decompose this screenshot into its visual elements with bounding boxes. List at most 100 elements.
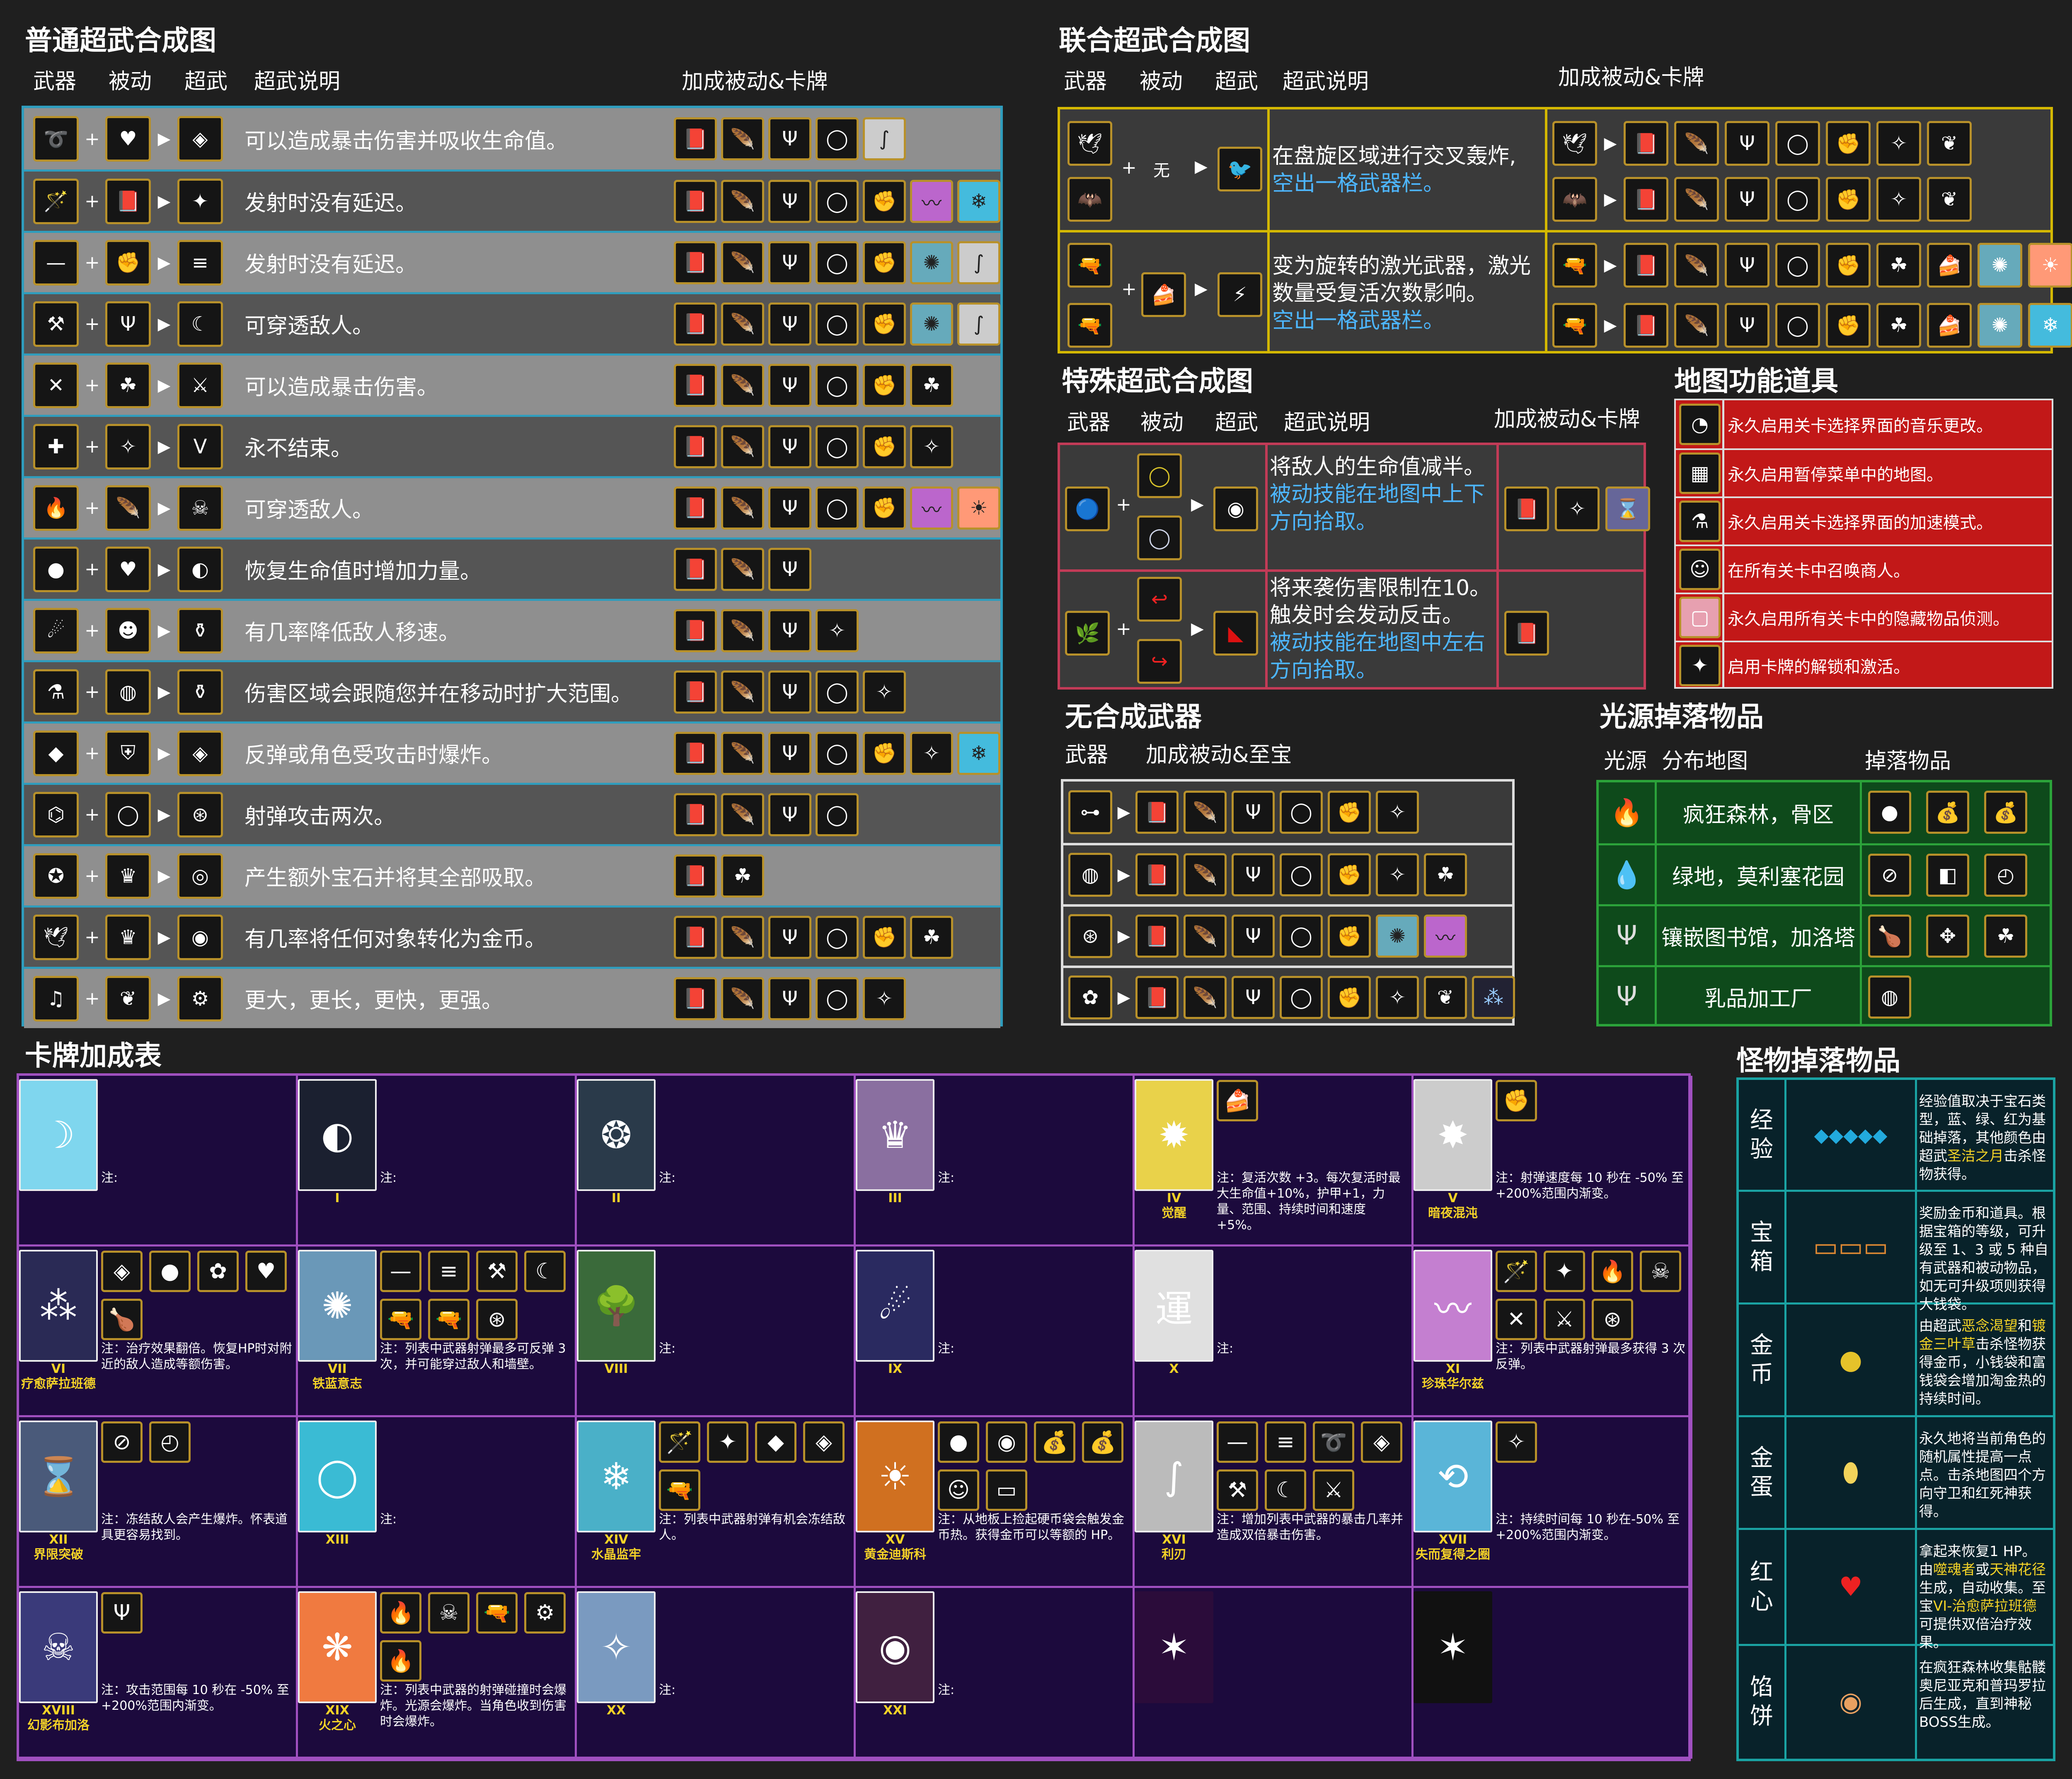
card-art-icon: ✶ <box>1135 1591 1213 1703</box>
ring-icon: ◯ <box>1775 243 1820 288</box>
special-header-weapon: 武器 <box>1067 410 1111 435</box>
card-cell: ◉ XXI 注: <box>856 1588 1135 1759</box>
clock-lancet-icon: ⊘ <box>1868 854 1911 897</box>
card-number: VII <box>328 1362 347 1376</box>
tiragisu-icon: 🍰 <box>1927 243 1972 288</box>
special-row2-note: 被动技能在地图中左右 <box>1270 630 1486 655</box>
monster-title: 怪物掉落物品 <box>1736 1045 1900 1077</box>
book-icon: 📕 <box>674 425 717 468</box>
book-icon: 📕 <box>105 178 151 224</box>
spellbinder-icon: ✧ <box>1376 976 1419 1019</box>
normal-row-bonus: 📕 🪶 Ψ ◯ ✧ <box>674 977 906 1020</box>
no-evo-row: ⊛ ▶ 📕 🪶 Ψ ◯ ✊ ✺ 〰 <box>1063 904 1512 966</box>
union-row1-desc: 在盘旋区域进行交叉轰炸, <box>1272 144 1516 169</box>
normal-row-bonus: 📕 🪶 Ψ ◯ ✊ ✧ ❄ <box>674 731 1000 775</box>
eight-sparrow-icon: 🔫 <box>1067 303 1112 348</box>
cards-title: 卡牌加成表 <box>25 1040 162 1072</box>
union-header-weapon: 武器 <box>1064 69 1107 94</box>
card-note: 注：从地板上捡起硬币袋会触发金币热。获得金币可以等额的 HP。 <box>938 1512 1124 1542</box>
card-xi-icon: 〰 <box>1424 915 1467 958</box>
bloody-tear-icon: ◈ <box>1361 1421 1402 1463</box>
candelabra-icon: Ψ <box>768 977 811 1020</box>
gauntlet-icon: ✊ <box>1826 303 1871 348</box>
whip-icon: ➰ <box>1313 1421 1354 1463</box>
peachone-icon: 🕊 <box>33 914 79 960</box>
holy-wand-icon: ✦ <box>1544 1251 1585 1292</box>
union-row1-desc-note: 空出一格武器栏。 <box>1272 171 1445 196</box>
normal-row: 🕊 + ♛ ▶ ◉ 有几率将任何对象转化为金币。 📕 🪶 Ψ ◯ ✊ ☘ <box>24 905 1000 967</box>
special-row1-bonus: 📕 ✧ ⌛ <box>1504 487 1650 531</box>
card-number: XVII <box>1438 1532 1467 1547</box>
chicken-icon: 🍗 <box>1868 915 1911 958</box>
map-icon: ▦ <box>1679 453 1721 494</box>
feather-icon: 🪶 <box>721 609 764 652</box>
speed-icon: ⚗ <box>1679 501 1721 542</box>
card-number: VI <box>51 1362 66 1376</box>
card-number: IV <box>1167 1191 1181 1205</box>
gauntlet-icon: ✊ <box>1826 243 1871 288</box>
unholy-vespers-icon: Ⅴ <box>177 424 223 470</box>
card-art-icon: ☀ <box>856 1421 934 1532</box>
normal-row-bonus: 📕 🪶 Ψ ◯ ✊ ✧ <box>674 425 953 468</box>
bloody-tear-icon: ◈ <box>101 1251 143 1292</box>
gauntlet-icon: ✊ <box>863 486 906 530</box>
lightning-icon: ⌬ <box>33 791 79 837</box>
soul-eater-icon: ◐ <box>177 546 223 592</box>
card-name: 失而复得之圈 <box>1416 1547 1490 1562</box>
light-map: 疯狂森林，骨区 <box>1682 803 1834 828</box>
duplicator-icon: ◯ <box>105 791 151 837</box>
normal-row: ☄ + ☻ ▶ ⚱ 有几率降低敌人移速。 📕 🪶 Ψ ✧ <box>24 599 1000 660</box>
heart-icon: ♥ <box>105 546 151 592</box>
victory-sword-icon: 🌿 <box>1065 611 1110 656</box>
normal-row: ✚ + ✧ ▶ Ⅴ 永不结束。 📕 🪶 Ψ ◯ ✊ ✧ <box>24 415 1000 476</box>
card-art-icon: ⁂ <box>19 1250 98 1362</box>
ring-icon: ◯ <box>816 425 859 468</box>
normal-row-desc: 发射时没有延迟。 <box>244 191 417 216</box>
song-icon: ♫ <box>33 975 79 1021</box>
card-art-icon: ⌛ <box>19 1421 98 1532</box>
normal-row-bonus: 📕 🪶 Ψ ✧ <box>674 609 859 652</box>
feather-icon: 🪶 <box>721 302 764 346</box>
phiera-icon: 🔫 <box>1552 243 1597 288</box>
rich-bag-icon: 💰 <box>1984 791 2027 834</box>
holy-wand-icon: ✦ <box>707 1421 748 1463</box>
card-note: 注：列表中武器射弹有机会冻结敌人。 <box>659 1512 845 1542</box>
card-art-icon: ✧ <box>577 1591 656 1703</box>
heart-icon: ♥ <box>245 1251 287 1292</box>
monster-row: 红心 ♥ 拿起来恢复1 HP。由噬魂者或天神花径生成，自动收集。至宝VI-治愈萨拉班… <box>1739 1530 2053 1651</box>
feather-icon: 🪶 <box>721 547 764 591</box>
ring-icon: ◯ <box>1775 303 1820 348</box>
gold-tear-icon: ↪ <box>1137 639 1182 684</box>
spellbinder-icon: ✧ <box>863 977 906 1020</box>
card-cell: ❋ XIX 火之心 注：列表中武器的射弹碰撞时会爆炸。光源会爆炸。当角色收到伤害时会爆… <box>298 1588 577 1759</box>
card-xix-icon: ☀ <box>957 486 1000 530</box>
normal-row-desc: 伤害区域会跟随您并在移动时扩大范围。 <box>244 682 633 707</box>
normal-row: — + ✊ ▶ ≡ 发射时没有延迟。 📕 🪶 Ψ ◯ ✊ ✺ ∫ <box>24 231 1000 292</box>
map-item-desc: 启用卡牌的解锁和激活。 <box>1728 658 1910 677</box>
special-header-bonus: 加成被动&卡牌 <box>1494 407 1640 432</box>
candelabra-icon: Ψ <box>768 547 811 591</box>
ring-icon: ◯ <box>816 915 859 959</box>
wand-icon: 🪄 <box>659 1421 700 1463</box>
heart-icon: ♥ <box>105 116 151 162</box>
card-name: 界限突破 <box>34 1547 83 1562</box>
gauntlet-icon: ✊ <box>1328 853 1371 896</box>
candelabra-icon: Ψ <box>105 301 151 347</box>
union-row2-bonus-b: 🔫 ▶ 📕 🪶 Ψ ◯ ✊ ☘ 🍰 ✺ ❄ <box>1552 303 2072 348</box>
hellfire-icon: ☠ <box>177 485 223 531</box>
gauntlet-icon: ✊ <box>863 731 906 775</box>
special-row1-note: 被动技能在地图中上下 <box>1270 482 1486 507</box>
normal-row: 🔥 + 🪶 ▶ ☠ 可穿透敌人。 📕 🪶 Ψ ◯ ✊ 〰 ☀ <box>24 476 1000 537</box>
normal-table: ➰ + ♥ ▶ ◈ 可以造成暴击伤害并吸收生命值。 📕 🪶 Ψ ◯ ∫ 🪄 + 📕 ▶ ✦ 发射时没有延迟。 📕 🪶… <box>22 106 1003 1028</box>
normal-row-desc: 射弹攻击两次。 <box>244 804 396 829</box>
normal-row: ⌬ + ◯ ▶ ⊛ 射弹攻击两次。 📕 🪶 Ψ ◯ <box>24 783 1000 844</box>
book-icon: 📕 <box>674 915 717 959</box>
candelabra-icon: Ψ <box>768 915 811 959</box>
normal-header-desc: 超武说明 <box>254 69 341 94</box>
monster-row: 金币 ● 由超武恶念渴望和镀金三叶草击杀怪物获得金币，小钱袋和富钱袋会增加淘金热的持… <box>1739 1305 2053 1417</box>
normal-row-bonus: 📕 🪶 Ψ ◯ ✊ ☘ <box>674 363 953 407</box>
spellbinder-icon: ✧ <box>910 731 953 775</box>
peachone-icon: 🕊 <box>1067 121 1112 166</box>
normal-header-bonus: 加成被动&卡牌 <box>682 69 828 94</box>
card-number: XVI <box>1162 1532 1186 1547</box>
